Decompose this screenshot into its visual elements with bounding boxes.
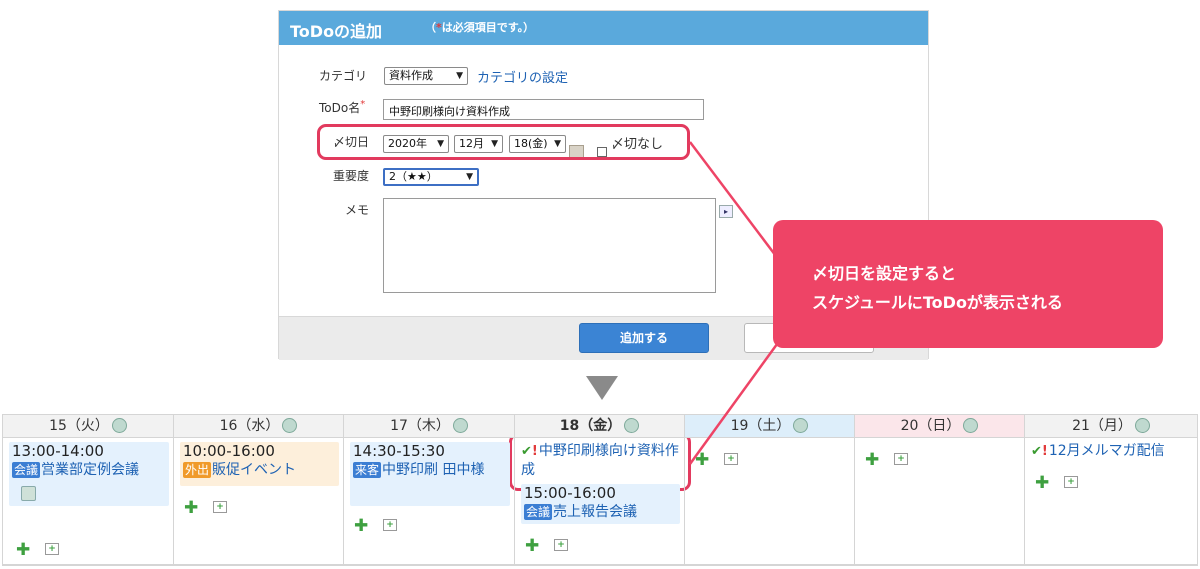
dialog-title: ToDoの追加 xyxy=(290,22,383,41)
schedule-event[interactable]: 10:00-16:00 外出 販促イベント xyxy=(180,442,339,486)
add-schedule-icon[interactable]: + xyxy=(383,519,397,531)
todo-name-label: ToDo名* xyxy=(319,99,366,115)
chevron-down-icon: ▼ xyxy=(466,172,473,182)
day-header[interactable]: 16（水） xyxy=(174,414,343,438)
day-header[interactable]: 19（土） xyxy=(685,414,854,438)
day-column: 21（月） ✔!12月メルマガ配信 ✚ + xyxy=(1024,414,1198,566)
add-event-icon[interactable]: ✚ xyxy=(525,538,539,555)
add-schedule-icon[interactable]: + xyxy=(554,539,568,551)
add-schedule-icon[interactable]: + xyxy=(45,543,59,555)
event-badge: 会議 xyxy=(12,462,41,478)
user-schedule-icon[interactable] xyxy=(624,418,640,433)
expand-icon[interactable]: ▸ xyxy=(719,205,733,218)
day-column: 15（火） 13:00-14:00 会議 営業部定例会議 ✚ + xyxy=(2,414,173,566)
day-column: 19（土） ✚ + xyxy=(684,414,854,566)
callout-text: 〆切日を設定すると スケジュールにToDoが表示される xyxy=(812,264,1063,312)
add-schedule-icon[interactable]: + xyxy=(213,501,227,513)
priority-label: 重要度 xyxy=(333,169,370,183)
add-schedule-icon[interactable]: + xyxy=(724,453,738,465)
required-note: （*は必須項目です。） xyxy=(425,21,535,34)
todo-alert-icon: ! xyxy=(1041,444,1048,459)
attendee-icon xyxy=(21,486,36,501)
day-column: 16（水） 10:00-16:00 外出 販促イベント ✚ + xyxy=(173,414,343,566)
category-select[interactable]: 資料作成 ▼ xyxy=(384,67,468,85)
event-badge: 来客 xyxy=(353,462,382,478)
priority-select[interactable]: 2（★★） ▼ xyxy=(383,168,479,186)
todo-item[interactable]: ✔!12月メルマガ配信 xyxy=(1031,442,1193,461)
add-event-icon[interactable]: ✚ xyxy=(865,452,879,469)
day-header[interactable]: 20（日） xyxy=(855,414,1024,438)
memo-textarea[interactable] xyxy=(383,198,716,293)
schedule-event[interactable]: 14:30-15:30 来客 中野印刷 田中様 xyxy=(350,442,510,506)
add-schedule-icon[interactable]: + xyxy=(1064,476,1078,488)
category-settings-link[interactable]: カテゴリの設定 xyxy=(477,67,568,86)
todo-name-input[interactable]: 中野印刷様向け資料作成 xyxy=(383,99,704,120)
user-schedule-icon[interactable] xyxy=(1134,418,1150,433)
down-arrow-icon xyxy=(586,376,618,400)
event-badge: 外出 xyxy=(183,462,212,478)
callout-box: 〆切日を設定すると スケジュールにToDoが表示される xyxy=(773,220,1163,348)
week-calendar: 15（火） 13:00-14:00 会議 営業部定例会議 ✚ + 16（水） 10… xyxy=(0,414,1200,566)
chevron-down-icon: ▼ xyxy=(456,71,463,81)
todo-check-icon: ✔ xyxy=(521,444,532,459)
schedule-event[interactable]: 15:00-16:00 会議 売上報告会議 xyxy=(521,484,680,524)
day-column: 20（日） ✚ + xyxy=(854,414,1024,566)
add-schedule-icon[interactable]: + xyxy=(894,453,908,465)
add-event-icon[interactable]: ✚ xyxy=(184,500,198,517)
day-header[interactable]: 15（火） xyxy=(3,414,173,438)
day-header[interactable]: 21（月） xyxy=(1025,414,1197,438)
category-label: カテゴリ xyxy=(319,69,368,83)
user-schedule-icon[interactable] xyxy=(282,418,298,433)
user-schedule-icon[interactable] xyxy=(111,418,127,433)
add-event-icon[interactable]: ✚ xyxy=(354,518,368,535)
user-schedule-icon[interactable] xyxy=(963,418,979,433)
day-column: 18（金） ✔!中野印刷様向け資料作成 15:00-16:00 会議 売上報告会議… xyxy=(514,414,684,566)
dialog-header: ToDoの追加 （*は必須項目です。） xyxy=(279,11,928,45)
event-badge: 会議 xyxy=(524,504,553,520)
day-header[interactable]: 17（木） xyxy=(344,414,514,438)
day-column: 17（木） 14:30-15:30 来客 中野印刷 田中様 ✚ + xyxy=(343,414,514,566)
user-schedule-icon[interactable] xyxy=(452,418,468,433)
user-schedule-icon[interactable] xyxy=(793,418,809,433)
deadline-highlight xyxy=(317,124,690,160)
todo-item[interactable]: ✔!中野印刷様向け資料作成 xyxy=(521,442,680,480)
add-event-icon[interactable]: ✚ xyxy=(16,542,30,559)
add-event-icon[interactable]: ✚ xyxy=(695,452,709,469)
todo-check-icon: ✔ xyxy=(1031,444,1042,459)
add-event-icon[interactable]: ✚ xyxy=(1035,475,1049,492)
memo-label: メモ xyxy=(345,203,370,217)
day-header[interactable]: 18（金） xyxy=(515,414,684,438)
add-button[interactable]: 追加する xyxy=(579,323,709,353)
todo-alert-icon: ! xyxy=(531,444,538,459)
